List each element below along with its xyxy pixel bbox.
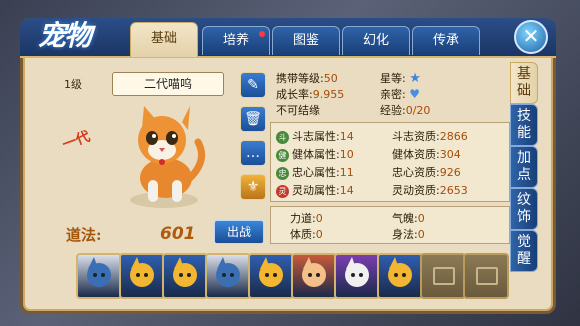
side-tab-awaken[interactable]: 觉醒 xyxy=(510,230,538,272)
pet-slot[interactable] xyxy=(162,253,208,299)
empty-slot[interactable] xyxy=(420,253,466,299)
pet-avatar-icon xyxy=(259,257,283,287)
daoxing-value: 601 xyxy=(160,224,196,244)
pet-avatar-icon xyxy=(130,257,154,287)
pet-avatar-icon xyxy=(87,257,111,287)
pet-avatar-icon xyxy=(302,257,326,287)
tab-basic[interactable]: 基础 xyxy=(130,22,198,57)
notice-dot xyxy=(259,31,265,37)
pet-avatar-icon xyxy=(216,257,240,287)
bonus-stat: 身法:0 xyxy=(392,228,425,241)
pet-slot[interactable] xyxy=(291,253,337,299)
pet-name-field[interactable]: 二代喵呜 xyxy=(112,72,224,96)
pet-slot[interactable] xyxy=(377,253,423,299)
heart-icon: ♥ xyxy=(409,87,420,101)
pet-level: 1级 xyxy=(64,78,82,91)
wings-icon[interactable]: ⚜ xyxy=(240,174,266,200)
empty-slot[interactable] xyxy=(463,253,509,299)
bonus-stat: 气魄:0 xyxy=(392,212,425,225)
side-tab-skills[interactable]: 技能 xyxy=(510,104,538,146)
pet-portrait-cat xyxy=(130,106,206,208)
experience: 经验:0/20 xyxy=(380,104,431,117)
attr-row: 忠忠心属性:11 xyxy=(276,164,354,180)
carry-level: 携带等级:50 xyxy=(276,72,338,85)
rename-brush-icon[interactable]: ✎ xyxy=(240,72,266,98)
tab-transform[interactable]: 幻化 xyxy=(342,26,410,55)
pet-slot[interactable] xyxy=(76,253,122,299)
pet-slot[interactable] xyxy=(334,253,380,299)
lock-icon xyxy=(476,267,498,285)
apt-row: 忠心资质:926 xyxy=(392,166,461,179)
bonus-stat: 力道:0 xyxy=(290,212,323,225)
strength-icon: 斗 xyxy=(276,130,289,144)
pet-slot[interactable] xyxy=(248,253,294,299)
pet-avatar-icon xyxy=(173,257,197,287)
star-rank: 星等: ★ xyxy=(380,71,421,86)
attr-row: 斗斗志属性:14 xyxy=(276,128,354,144)
intimacy: 亲密: ♥ xyxy=(380,87,420,101)
star-icon: ★ xyxy=(409,71,421,86)
trash-icon[interactable]: 🗑 xyxy=(240,106,266,132)
no-bind-text: 不可结缘 xyxy=(276,104,320,117)
side-tab-pattern[interactable]: 纹饰 xyxy=(510,188,538,230)
window-title: 宠物 xyxy=(38,19,92,52)
agility-icon: 灵 xyxy=(276,184,289,198)
pet-avatar-icon xyxy=(345,257,369,287)
growth-rate: 成长率:9.955 xyxy=(276,88,345,101)
pet-slot[interactable] xyxy=(119,253,165,299)
chat-icon[interactable]: … xyxy=(240,140,266,166)
close-icon[interactable]: ✕ xyxy=(514,20,548,54)
fight-button[interactable]: 出战 xyxy=(214,220,264,244)
tab-train[interactable]: 培养 xyxy=(202,26,270,55)
daoxing-label: 道法: xyxy=(66,226,102,244)
apt-row: 灵动资质:2653 xyxy=(392,184,468,197)
attr-row: 灵灵动属性:14 xyxy=(276,182,354,198)
apt-row: 健体资质:304 xyxy=(392,148,461,161)
tab-album[interactable]: 图鉴 xyxy=(272,26,340,55)
side-tab-basic[interactable]: 基础 xyxy=(510,62,538,104)
lock-icon xyxy=(433,267,455,285)
pet-avatar-icon xyxy=(388,257,412,287)
tab-inherit[interactable]: 传承 xyxy=(412,26,480,55)
pet-slot[interactable] xyxy=(205,253,251,299)
loyalty-icon: 忠 xyxy=(276,166,289,180)
apt-row: 斗志资质:2866 xyxy=(392,130,468,143)
bonus-stat: 体质:0 xyxy=(290,228,323,241)
side-tab-points[interactable]: 加点 xyxy=(510,146,538,188)
body-icon: 健 xyxy=(276,148,289,162)
attr-row: 健健体属性:10 xyxy=(276,146,354,162)
